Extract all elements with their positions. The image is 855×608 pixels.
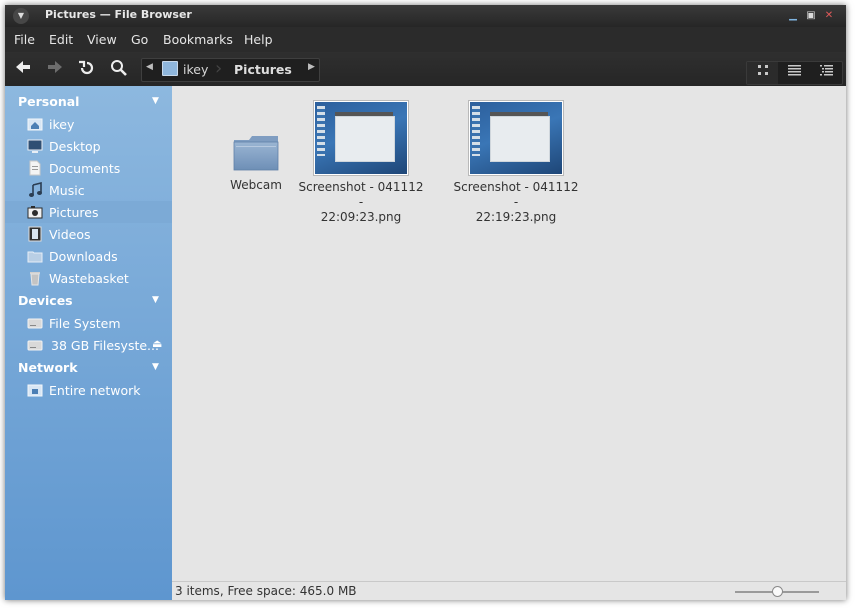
status-text: 3 items, Free space: 465.0 MB [175, 584, 357, 598]
window-title: Pictures — File Browser [45, 8, 192, 21]
sidebar-item-file-system[interactable]: File System [5, 312, 172, 334]
sidebar-item-desktop[interactable]: Desktop [5, 135, 172, 157]
breadcrumb-current[interactable]: Pictures [234, 60, 292, 80]
sidebar-item-label: Videos [49, 227, 91, 242]
image-thumbnail [313, 100, 409, 176]
sidebar-item-entire-network[interactable]: Entire network [5, 379, 172, 401]
network-icon [27, 384, 43, 397]
back-icon[interactable] [12, 59, 34, 79]
places-sidebar: Personal ▼ ikey Desktop Documents Music … [5, 86, 172, 600]
home-icon [162, 61, 178, 76]
path-scroll-right-icon[interactable]: ▶ [308, 62, 315, 72]
sidebar-item-label: 38 GB Filesyste... [51, 338, 159, 353]
file-browser-window: ▼ Pictures — File Browser ▁ ▣ ✕ File Edi… [5, 5, 846, 600]
videos-icon [28, 226, 42, 242]
path-scroll-left-icon[interactable]: ◀ [146, 62, 153, 72]
collapse-devices-icon[interactable]: ▼ [152, 295, 159, 305]
breadcrumb-home-label: ikey [183, 62, 209, 77]
maximize-icon[interactable]: ▣ [805, 10, 817, 22]
home-icon [27, 118, 43, 131]
menu-help[interactable]: Help [244, 32, 273, 47]
close-icon[interactable]: ✕ [823, 10, 835, 22]
sidebar-section-devices[interactable]: Devices [18, 293, 73, 308]
sidebar-item-ikey[interactable]: ikey [5, 113, 172, 135]
sidebar-item-label: Downloads [49, 249, 118, 264]
sidebar-item-label: Wastebasket [49, 271, 129, 286]
sidebar-item-label: Desktop [49, 139, 101, 154]
collapse-personal-icon[interactable]: ▼ [152, 96, 159, 106]
trash-icon [30, 272, 40, 286]
downloads-icon [27, 251, 43, 263]
menu-bookmarks[interactable]: Bookmarks [163, 32, 233, 47]
sidebar-item-pictures[interactable]: Pictures [5, 201, 172, 223]
sidebar-section-personal[interactable]: Personal [18, 94, 79, 109]
sidebar-item-label: Pictures [49, 205, 99, 220]
file-item-screenshot-1[interactable]: Screenshot - 041112 - 22:09:23.png [296, 100, 426, 225]
menu-file[interactable]: File [14, 32, 35, 47]
sidebar-item-documents[interactable]: Documents [5, 157, 172, 179]
window-menu-icon[interactable]: ▼ [13, 8, 29, 24]
drive-icon [27, 318, 43, 329]
sidebar-item-label: Documents [49, 161, 121, 176]
sidebar-item-downloads[interactable]: Downloads [5, 245, 172, 267]
list-view-icon[interactable] [811, 62, 842, 84]
breadcrumb-home[interactable]: ikey [162, 60, 208, 80]
search-icon[interactable] [108, 59, 130, 79]
sidebar-item-38gb-filesystem[interactable]: 38 GB Filesyste... ⏏ [5, 334, 172, 356]
menu-view[interactable]: View [87, 32, 117, 47]
status-bar: 3 items, Free space: 465.0 MB [172, 581, 846, 600]
sidebar-section-network[interactable]: Network [18, 360, 78, 375]
menu-go[interactable]: Go [131, 32, 148, 47]
sidebar-item-label: ikey [49, 117, 75, 132]
music-icon [29, 182, 42, 197]
zoom-slider-handle[interactable] [771, 586, 783, 597]
title-bar[interactable]: ▼ Pictures — File Browser ▁ ▣ ✕ [5, 5, 846, 27]
documents-icon [29, 160, 41, 176]
sidebar-item-music[interactable]: Music [5, 179, 172, 201]
file-item-screenshot-2[interactable]: Screenshot - 041112 - 22:19:23.png [451, 100, 581, 225]
file-name: Screenshot - 041112 - 22:19:23.png [453, 180, 579, 224]
breadcrumb-separator: › [215, 58, 223, 79]
reload-icon[interactable] [76, 59, 98, 79]
path-bar: ◀ ikey › Pictures ▶ [141, 58, 320, 82]
desktop-icon [27, 139, 43, 153]
icon-view-icon[interactable] [747, 62, 778, 84]
image-thumbnail [468, 100, 564, 176]
sidebar-item-videos[interactable]: Videos [5, 223, 172, 245]
forward-icon[interactable] [44, 59, 66, 79]
sidebar-item-wastebasket[interactable]: Wastebasket [5, 267, 172, 289]
menu-bar: File Edit View Go Bookmarks Help [5, 27, 846, 52]
toolbar: ◀ ikey › Pictures ▶ [5, 52, 846, 86]
eject-icon[interactable]: ⏏ [152, 337, 162, 350]
sidebar-item-label: Music [49, 183, 85, 198]
drive-icon [27, 340, 43, 351]
file-view[interactable]: Webcam Screenshot - 041112 - 22:09:23.pn… [172, 86, 846, 581]
folder-icon [233, 136, 279, 171]
collapse-network-icon[interactable]: ▼ [152, 362, 159, 372]
menu-edit[interactable]: Edit [49, 32, 73, 47]
file-name: Screenshot - 041112 - 22:09:23.png [298, 180, 424, 224]
minimize-icon[interactable]: ▁ [787, 10, 799, 22]
pictures-icon [27, 206, 43, 219]
compact-view-icon[interactable] [779, 62, 810, 84]
view-mode-switcher [746, 61, 843, 85]
sidebar-item-label: File System [49, 316, 121, 331]
sidebar-item-label: Entire network [49, 383, 141, 398]
